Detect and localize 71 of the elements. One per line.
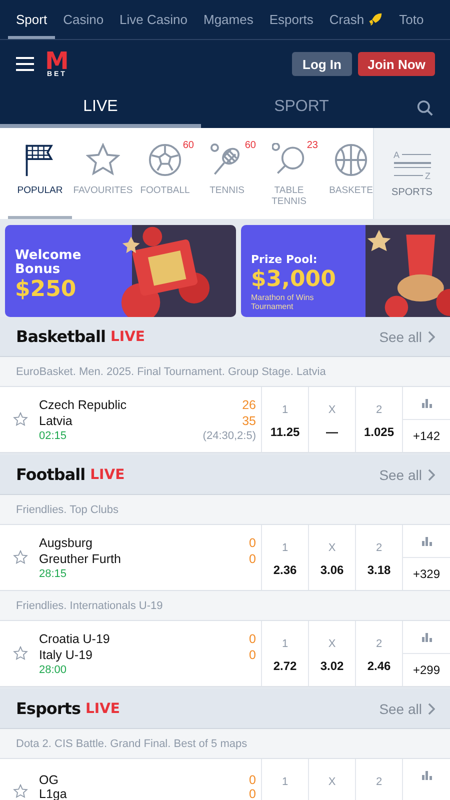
soccer-ball-icon — [148, 143, 182, 177]
live-label: LIVE — [85, 700, 120, 716]
banner-subtitle: Marathon of Wins Tournament — [251, 293, 315, 311]
period-scores: (24:30,2:5) — [202, 430, 256, 442]
rocket-icon — [368, 12, 384, 27]
favorite-star-icon[interactable] — [13, 784, 28, 799]
live-count: 60 — [182, 140, 194, 151]
league-name: Friendlies. Internationals U-19 — [16, 600, 163, 612]
chevron-right-icon — [428, 330, 435, 342]
sports-a-z-button[interactable]: A Z SPORTS — [373, 128, 450, 219]
favorite-star-icon[interactable] — [13, 412, 28, 427]
top-nav-link[interactable]: Live Casino — [112, 0, 196, 39]
section-title: Football — [16, 465, 86, 484]
team-name[interactable]: Czech Republic — [39, 398, 127, 412]
team-name[interactable]: Greuther Furth — [39, 552, 121, 566]
bar-chart-icon[interactable] — [422, 771, 432, 780]
team-score: 0 — [249, 787, 256, 800]
sport-filter[interactable]: POPULAR — [8, 128, 72, 219]
team-score: 0 — [249, 648, 256, 662]
section-title: Esports — [16, 699, 80, 718]
team-name[interactable]: Latvia — [39, 414, 72, 428]
top-nav-link[interactable]: Crash — [321, 0, 392, 39]
bar-chart-icon[interactable] — [422, 537, 432, 546]
table-tennis-paddle-icon — [272, 143, 306, 177]
banner-title: Prize Pool: — [251, 253, 318, 267]
live-label: LIVE — [90, 466, 125, 482]
team-score: 0 — [249, 536, 256, 550]
chevron-right-icon — [428, 702, 435, 714]
sport-filter[interactable]: 23 TABLE TENNIS — [258, 128, 320, 219]
top-nav-link[interactable]: Toto — [391, 0, 432, 39]
team-score: 0 — [249, 552, 256, 566]
login-button[interactable]: Log In — [292, 52, 352, 76]
basketball-icon — [334, 143, 368, 177]
favorite-star-icon[interactable] — [13, 646, 28, 661]
sport-filter[interactable]: 60 TENNIS — [196, 128, 258, 219]
banner-title: Welcome Bonus — [15, 249, 82, 277]
top-nav-link[interactable]: Mgames — [195, 0, 262, 39]
favorite-star-icon[interactable] — [13, 550, 28, 565]
team-score: 0 — [249, 773, 256, 787]
bar-chart-icon[interactable] — [422, 633, 432, 642]
team-name[interactable]: OG — [39, 773, 58, 787]
team-score: 26 — [242, 398, 256, 412]
sport-filter[interactable]: 60 FOOTBALL — [134, 128, 196, 219]
bar-chart-icon[interactable] — [422, 399, 432, 408]
league-name: EuroBasket. Men. 2025. Final Tournament. Group Stage. Latvia — [16, 366, 326, 378]
league-name: Friendlies. Top Clubs — [16, 504, 119, 516]
match-clock: 28:00 — [39, 664, 67, 676]
team-name[interactable]: Italy U-19 — [39, 648, 92, 662]
join-button[interactable]: Join Now — [358, 52, 435, 76]
team-name[interactable]: Augsburg — [39, 536, 93, 550]
tab[interactable]: SPORT — [201, 88, 402, 128]
match-clock: 02:15 — [39, 430, 67, 442]
promo-banner[interactable]: Prize Pool: $3,000 Marathon of Wins Tournament — [241, 225, 450, 317]
chevron-right-icon — [428, 468, 435, 480]
live-count: 23 — [306, 140, 318, 151]
menu-icon[interactable] — [16, 57, 34, 71]
promo-banner[interactable]: Welcome Bonus $250 — [5, 225, 236, 317]
top-nav-link[interactable]: Casino — [55, 0, 112, 39]
live-label: LIVE — [110, 328, 145, 344]
search-icon[interactable] — [417, 100, 433, 116]
match-clock: 28:15 — [39, 568, 67, 580]
league-name: Dota 2. CIS Battle. Grand Final. Best of 5 maps — [16, 738, 248, 750]
banner-amount: $250 — [15, 277, 78, 303]
top-nav-link[interactable]: Esports — [261, 0, 322, 39]
team-name[interactable]: Croatia U-19 — [39, 632, 110, 646]
star-icon — [86, 143, 120, 177]
team-score: 35 — [242, 414, 256, 428]
banner-amount: $3,000 — [251, 267, 337, 293]
team-score: 0 — [249, 632, 256, 646]
live-count: 60 — [244, 140, 256, 151]
section-title: Basketball — [16, 327, 106, 346]
